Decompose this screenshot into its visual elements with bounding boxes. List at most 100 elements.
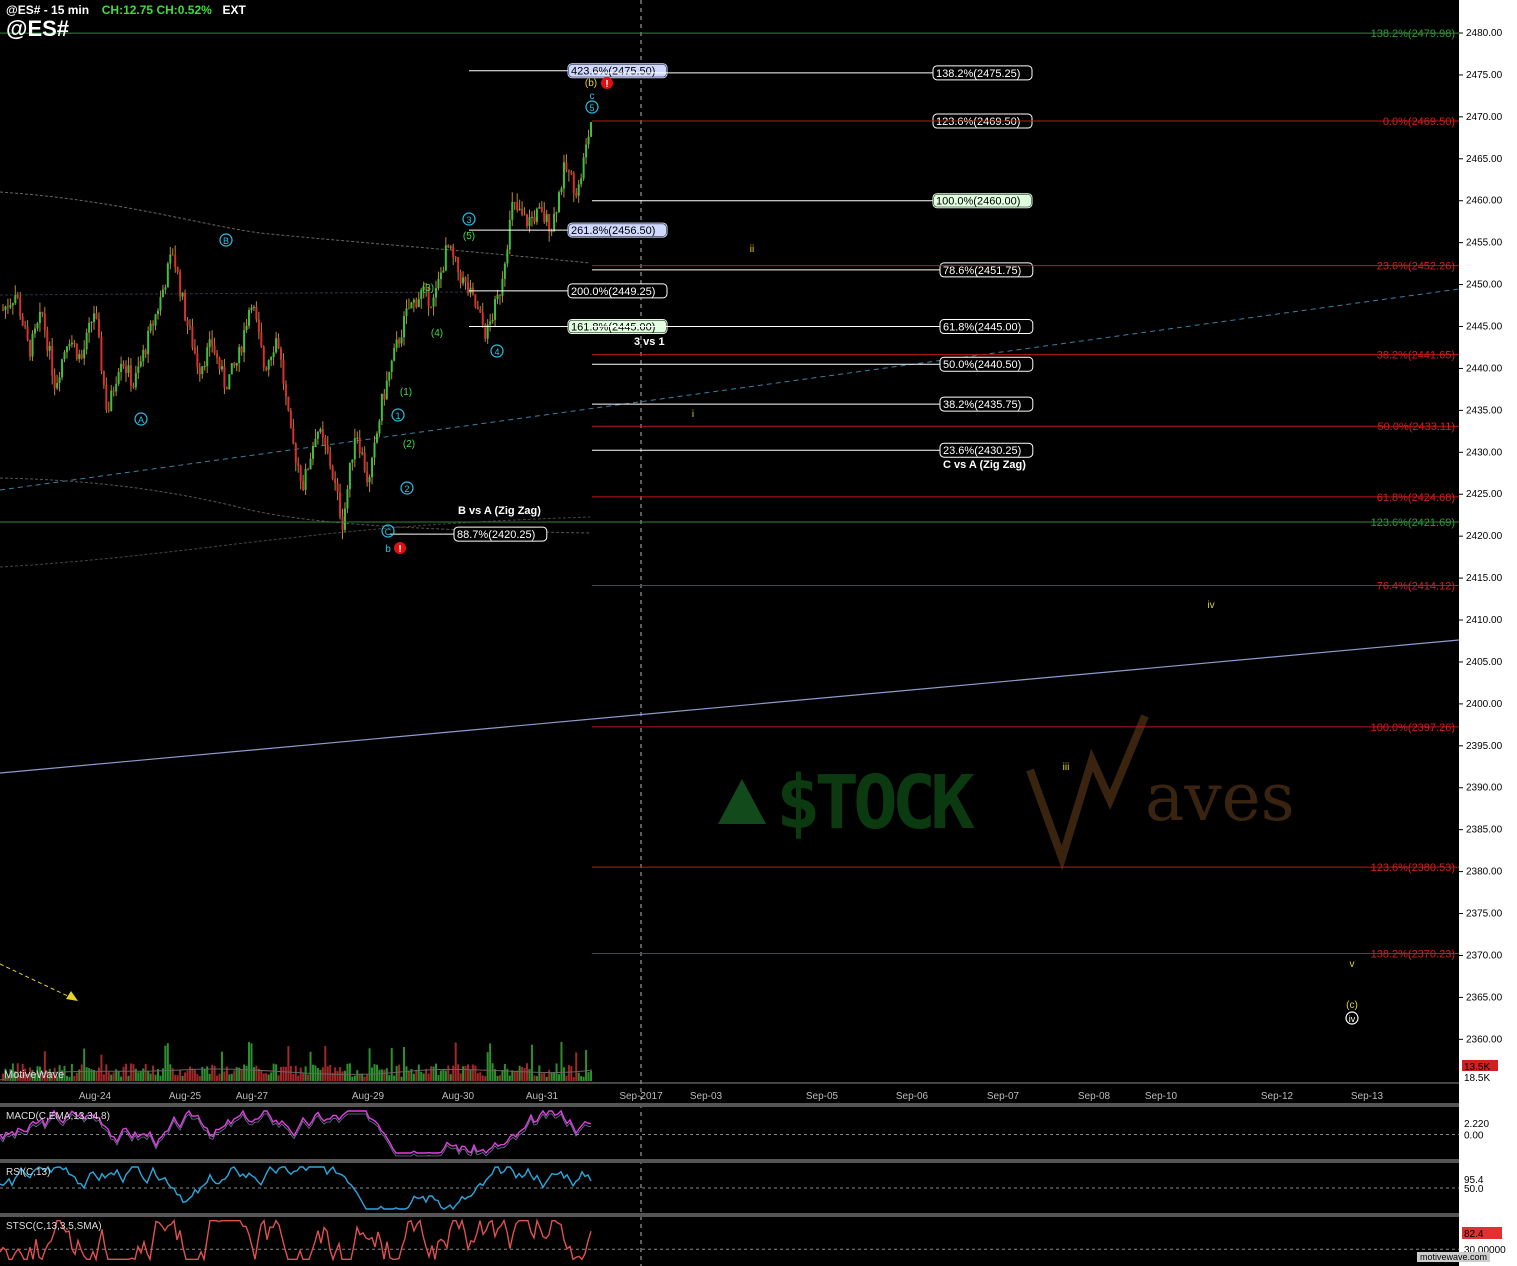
- volume-bar: [403, 1046, 406, 1081]
- volume-bar: [395, 1065, 398, 1081]
- volume-bar: [496, 1075, 499, 1081]
- volume-bar: [137, 1072, 140, 1081]
- candle-body: [127, 365, 130, 374]
- x-tick-label: Sep-08: [1078, 1091, 1111, 1102]
- candle-body: [430, 306, 433, 308]
- fib-label: 261.8%(2456.50): [571, 225, 655, 237]
- volume-bar: [538, 1065, 541, 1081]
- candle-body: [186, 320, 189, 326]
- volume-bar: [107, 1072, 110, 1081]
- candle-body: [83, 349, 86, 359]
- volume-bar: [503, 1063, 506, 1081]
- x-tick-label: Aug-27: [236, 1091, 269, 1102]
- price-chart[interactable]: $TOCK aves MotiveWave 423.6%(2475.50) 138.…: [0, 0, 1517, 1266]
- candle-body: [277, 338, 280, 349]
- candle-body: [139, 361, 142, 367]
- candle-body: [375, 433, 378, 443]
- volume-bar: [390, 1048, 393, 1081]
- volume-bar: [415, 1069, 418, 1081]
- candle-body: [479, 308, 482, 313]
- candle-body: [577, 184, 580, 196]
- candle-body: [112, 390, 115, 392]
- volume-bar: [267, 1074, 270, 1081]
- volume-bar: [132, 1064, 135, 1081]
- candle-body: [565, 162, 568, 171]
- candle-body: [201, 366, 204, 375]
- volume-bar: [307, 1074, 310, 1081]
- x-tick-label: Sep-06: [896, 1091, 929, 1102]
- candle-body: [476, 306, 479, 309]
- candle-body: [51, 346, 54, 376]
- volume-bar: [368, 1048, 371, 1081]
- candle-body: [181, 292, 184, 297]
- candle-body: [538, 207, 541, 209]
- candle-body: [321, 429, 324, 438]
- candle-body: [102, 370, 105, 385]
- fib-label: 200.0%(2449.25): [571, 286, 655, 298]
- volume-bar: [375, 1064, 378, 1081]
- volume-bar: [292, 1074, 295, 1081]
- candle-body: [270, 357, 273, 361]
- candle-body: [238, 347, 241, 363]
- fib-label: 38.2%(2435.75): [943, 399, 1021, 411]
- candle-body: [211, 339, 214, 346]
- candle-body: [572, 173, 575, 193]
- candle-body: [545, 214, 548, 222]
- candle-body: [193, 347, 196, 354]
- volume-bar: [262, 1073, 265, 1081]
- fib-label-red: 100.0%(2397.26): [1371, 722, 1455, 734]
- wave-label: 4: [494, 347, 499, 357]
- candle-body: [388, 371, 391, 381]
- candle-body: [368, 477, 371, 483]
- candle-body: [444, 245, 447, 271]
- watermark-stock: $TOCK: [776, 760, 975, 846]
- volume-bar: [316, 1068, 319, 1081]
- arrow-head-icon: [66, 991, 78, 1001]
- wave-label: (3): [422, 283, 434, 294]
- volume-bar: [479, 1072, 482, 1081]
- candle-body: [73, 342, 76, 344]
- volume-bar: [489, 1043, 492, 1081]
- volume-bar: [188, 1066, 191, 1081]
- candle-body: [393, 347, 396, 361]
- fib-label: 61.8%(2445.00): [943, 322, 1021, 334]
- x-tick-label: Sep-13: [1351, 1091, 1384, 1102]
- candle-body: [97, 318, 100, 337]
- volume-bar: [213, 1065, 216, 1081]
- wave-label: iv: [1207, 600, 1214, 611]
- volume-bar: [543, 1073, 546, 1081]
- indicator-name: RSI(C,13): [6, 1167, 50, 1178]
- candle-body: [95, 313, 98, 319]
- candle-body: [501, 278, 504, 296]
- volume-bar: [572, 1076, 575, 1081]
- volume-bar: [186, 1070, 189, 1081]
- wave-label: A: [138, 415, 144, 425]
- candle-body: [326, 445, 329, 453]
- volume-bar: [336, 1071, 339, 1081]
- volume-bar: [282, 1066, 285, 1081]
- candle-body: [302, 481, 305, 490]
- volume-bar: [405, 1066, 408, 1081]
- volume-bar: [351, 1076, 354, 1081]
- volume-bar: [216, 1075, 219, 1081]
- candle-body: [348, 462, 351, 490]
- volume-label: MotiveWave: [4, 1069, 64, 1081]
- volume-bar: [154, 1074, 157, 1081]
- candle-body: [184, 292, 187, 321]
- volume-bar: [535, 1076, 538, 1081]
- candle-body: [452, 246, 455, 257]
- volume-bar: [437, 1074, 440, 1081]
- x-tick-label: Aug-29: [352, 1091, 385, 1102]
- volume-bar: [149, 1073, 152, 1081]
- candle-body: [491, 319, 494, 322]
- candle-body: [432, 297, 435, 307]
- y-tick-label: 2375.00: [1466, 909, 1503, 920]
- candle-body: [459, 271, 462, 284]
- y-tick-label: 2390.00: [1466, 783, 1503, 794]
- volume-bar: [511, 1070, 514, 1081]
- candle-body: [523, 214, 526, 216]
- volume-bar: [129, 1063, 132, 1081]
- alert-mark: !: [398, 544, 401, 555]
- candle-body: [437, 279, 440, 289]
- y-tick-label: 2435.00: [1466, 405, 1503, 416]
